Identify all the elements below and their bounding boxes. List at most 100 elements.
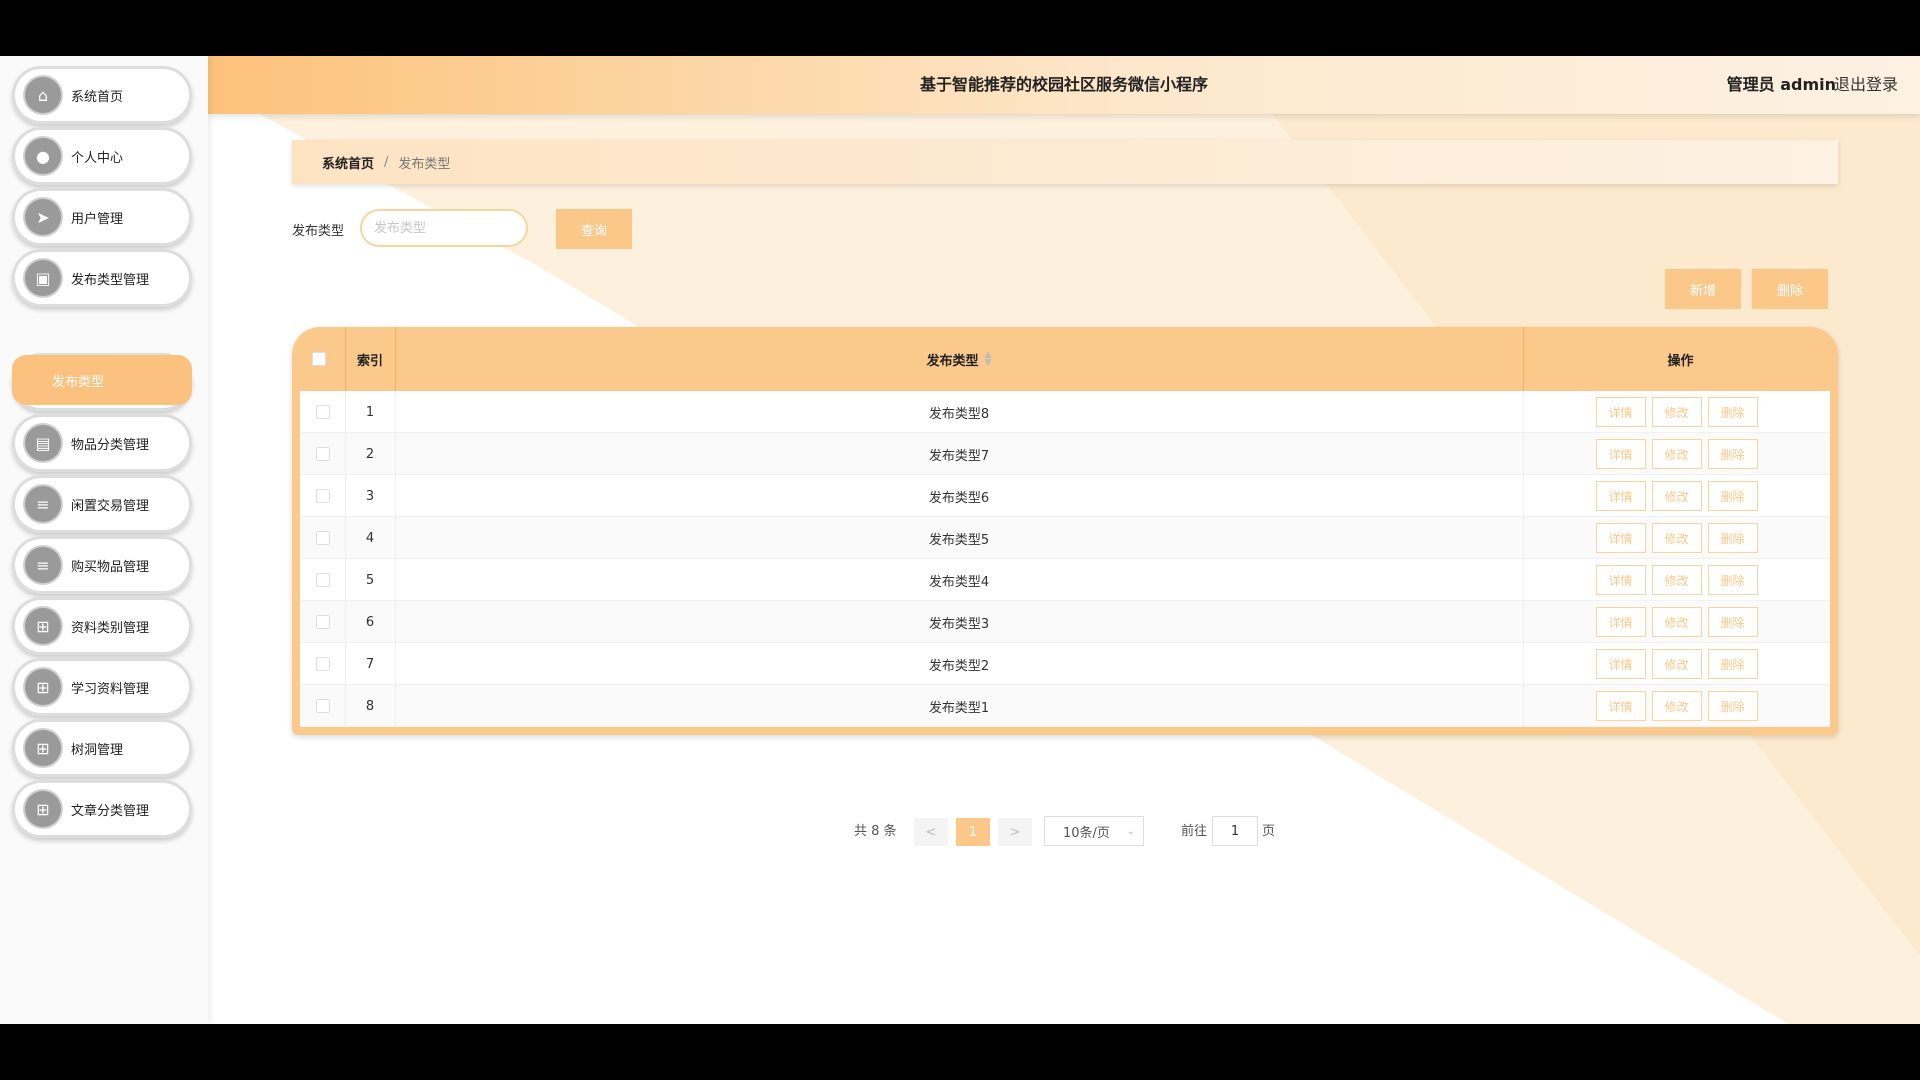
sidebar-item[interactable]: ⊞ 树洞管理 — [12, 719, 192, 777]
row-checkbox[interactable] — [315, 699, 330, 713]
detail-button[interactable]: 详情 — [1595, 565, 1646, 595]
pagination-goto-label: 前往 — [1181, 824, 1208, 839]
home-icon: ⌂ — [25, 77, 61, 113]
pagination-goto-input[interactable] — [1212, 816, 1258, 846]
sidebar-item-label: 购买物品管理 — [71, 559, 150, 575]
sidebar-item-label: 闲置交易管理 — [71, 498, 150, 514]
row-checkbox[interactable] — [315, 447, 330, 461]
page-size-value: 10条/页 — [1063, 825, 1110, 841]
row-index: 1 — [365, 404, 375, 420]
table-row: 6 发布类型3 详情 修改 删除 — [300, 601, 1830, 643]
delete-button[interactable]: 删除 — [1707, 607, 1758, 637]
add-button[interactable]: 新增 — [1665, 269, 1741, 309]
row-index: 5 — [365, 572, 375, 588]
row-checkbox[interactable] — [315, 489, 330, 503]
sidebar: ⌂系统首页●个人中心➤用户管理▣发布类型管理⊞互帮互助管理▤物品分类管理≡闲置交… — [0, 56, 208, 1024]
sidebar-item-label: 用户管理 — [71, 211, 124, 227]
row-checkbox[interactable] — [315, 657, 330, 671]
pagination-page-1[interactable]: 1 — [956, 818, 990, 846]
paper-plane-icon: ➤ — [25, 199, 61, 235]
edit-button[interactable]: 修改 — [1651, 649, 1702, 679]
search-input[interactable] — [360, 209, 528, 247]
query-button[interactable]: 查询 — [556, 209, 632, 249]
header-ops: 操作 — [1667, 353, 1694, 369]
row-ops: 详情 修改 删除 — [1523, 643, 1830, 685]
table-row: 5 发布类型4 详情 修改 删除 — [300, 559, 1830, 601]
search-label: 发布类型 — [292, 224, 345, 239]
edit-button[interactable]: 修改 — [1651, 607, 1702, 637]
top-header: 基于智能推荐的校园社区服务微信小程序 管理员 admin 退出登录 — [208, 56, 1920, 114]
row-index: 4 — [365, 530, 375, 546]
sidebar-subitem-active[interactable]: 发布类型 — [12, 355, 192, 405]
edit-button[interactable]: 修改 — [1651, 397, 1702, 427]
sidebar-item-label: 系统首页 — [71, 89, 124, 105]
row-index: 7 — [365, 656, 375, 672]
sidebar-item[interactable]: ≡ 闲置交易管理 — [12, 475, 192, 533]
breadcrumb-current: 发布类型 — [398, 156, 451, 172]
sidebar-item[interactable]: ⌂ 系统首页 — [12, 66, 192, 124]
delete-button[interactable]: 删除 — [1707, 523, 1758, 553]
detail-button[interactable]: 详情 — [1595, 607, 1646, 637]
detail-button[interactable]: 详情 — [1595, 481, 1646, 511]
delete-button[interactable]: 删除 — [1707, 481, 1758, 511]
row-checkbox[interactable] — [315, 615, 330, 629]
sidebar-item-label: 发布类型管理 — [71, 272, 150, 288]
detail-button[interactable]: 详情 — [1595, 649, 1646, 679]
detail-button[interactable]: 详情 — [1595, 523, 1646, 553]
row-select-cell — [300, 517, 345, 559]
delete-button[interactable]: 删除 — [1707, 649, 1758, 679]
edit-button[interactable]: 修改 — [1651, 691, 1702, 721]
sidebar-item-label: 学习资料管理 — [71, 681, 150, 697]
select-all-checkbox[interactable] — [311, 352, 326, 366]
row-checkbox[interactable] — [315, 531, 330, 545]
edit-button[interactable]: 修改 — [1651, 481, 1702, 511]
header-select-all-cell — [292, 327, 345, 391]
sidebar-item[interactable]: ≡ 购买物品管理 — [12, 536, 192, 594]
pagination-next-button[interactable]: > — [998, 818, 1032, 846]
row-checkbox[interactable] — [315, 573, 330, 587]
main-area: 基于智能推荐的校园社区服务微信小程序 管理员 admin 退出登录 系统首页 /… — [208, 56, 1920, 1024]
sidebar-item[interactable]: ➤ 用户管理 — [12, 188, 192, 246]
edit-button[interactable]: 修改 — [1651, 523, 1702, 553]
sidebar-item[interactable]: ▣ 发布类型管理 — [12, 249, 192, 307]
app-window: ⌂系统首页●个人中心➤用户管理▣发布类型管理⊞互帮互助管理▤物品分类管理≡闲置交… — [0, 56, 1920, 1024]
logout-link[interactable]: 退出登录 — [1834, 56, 1898, 114]
user-icon: ● — [25, 138, 61, 174]
detail-button[interactable]: 详情 — [1595, 397, 1646, 427]
header-type[interactable]: 发布类型 ▲ ▼ — [395, 327, 1523, 391]
batch-delete-button[interactable]: 删除 — [1752, 269, 1828, 309]
row-checkbox[interactable] — [315, 405, 330, 419]
sidebar-item[interactable]: ● 个人中心 — [12, 127, 192, 185]
row-ops: 详情 修改 删除 — [1523, 391, 1830, 433]
pagination-prev-button[interactable]: < — [914, 818, 948, 846]
table-row: 1 发布类型8 详情 修改 删除 — [300, 391, 1830, 433]
delete-button[interactable]: 删除 — [1707, 691, 1758, 721]
detail-button[interactable]: 详情 — [1595, 691, 1646, 721]
delete-button[interactable]: 删除 — [1707, 397, 1758, 427]
sidebar-item[interactable]: ⊞ 资料类别管理 — [12, 597, 192, 655]
sidebar-item[interactable]: ⊞ 学习资料管理 — [12, 658, 192, 716]
sidebar-item-label: 树洞管理 — [71, 742, 124, 758]
sidebar-item[interactable]: ⊞ 文章分类管理 — [12, 780, 192, 838]
row-type: 发布类型8 — [928, 406, 990, 422]
row-type: 发布类型7 — [928, 448, 990, 464]
edit-button[interactable]: 修改 — [1651, 565, 1702, 595]
delete-button[interactable]: 删除 — [1707, 439, 1758, 469]
table-row: 8 发布类型1 详情 修改 删除 — [300, 685, 1830, 727]
table-header: 索引 发布类型 ▲ ▼ 操作 — [292, 327, 1838, 391]
row-type: 发布类型6 — [928, 490, 990, 506]
breadcrumb-home[interactable]: 系统首页 — [322, 153, 374, 172]
sort-caret-icon[interactable]: ▲ ▼ — [985, 351, 992, 368]
detail-button[interactable]: 详情 — [1595, 439, 1646, 469]
briefcase-icon: ▣ — [25, 260, 61, 296]
list-icon: ≡ — [25, 486, 61, 522]
sidebar-item[interactable]: ▤ 物品分类管理 — [12, 414, 192, 472]
sidebar-item-label: 个人中心 — [71, 150, 124, 166]
row-ops: 详情 修改 删除 — [1523, 601, 1830, 643]
page-size-select[interactable]: 10条/页 ⌄ — [1044, 816, 1144, 846]
row-select-cell — [300, 559, 345, 601]
sidebar-item-label: 文章分类管理 — [71, 803, 150, 819]
edit-button[interactable]: 修改 — [1651, 439, 1702, 469]
delete-button[interactable]: 删除 — [1707, 565, 1758, 595]
row-select-cell — [300, 391, 345, 433]
